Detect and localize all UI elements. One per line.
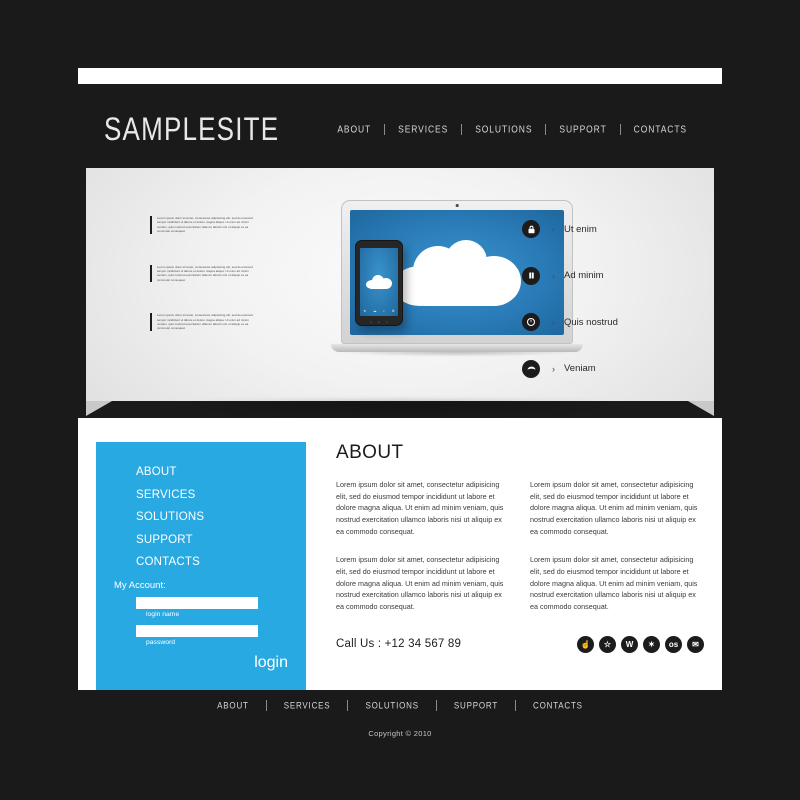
hero-blurb-text: Lorem ipsum dolor sit amet, consectetur …	[157, 264, 253, 282]
email-icon[interactable]: ✉	[687, 635, 704, 653]
about-paragraph: Lorem ipsum dolor sit amet, consectetur …	[336, 480, 504, 536]
phone-icon-gear: ⚙	[391, 309, 395, 313]
hero-surface: Lorem ipsum dolor sit amet, consectetur …	[86, 168, 714, 401]
hero-blurb: Lorem ipsum dolor sit amet, consectetur …	[150, 264, 255, 283]
chevron-right-icon: ›	[552, 224, 555, 234]
phone-screen: ★ ☁ ⌕ ⚙	[360, 248, 398, 316]
login-name-input[interactable]	[136, 597, 258, 609]
accent-bar	[150, 313, 152, 331]
site-logo[interactable]: SAMPLESITE	[104, 110, 279, 149]
hero-blurb: Lorem ipsum dolor sit amet, consectetur …	[150, 313, 255, 331]
login-name-caption: login name	[146, 611, 180, 618]
hero-blurb-list: Lorem ipsum dolor sit amet, consectetur …	[150, 216, 255, 362]
main-content-area: ABOUT SERVICES SOLUTIONS SUPPORT CONTACT…	[78, 418, 722, 690]
cloud-icon-small	[366, 275, 392, 289]
topnav-item-solutions[interactable]: SOLUTIONS	[462, 123, 545, 135]
topnav-item-about[interactable]: ABOUT	[324, 123, 384, 135]
site-header: SAMPLESITE ABOUT SERVICES SOLUTIONS SUPP…	[78, 100, 722, 158]
cloud-icon	[393, 239, 521, 306]
phone-icon-cloud: ☁	[372, 309, 377, 313]
about-paragraph: Lorem ipsum dolor sit amet, consectetur …	[530, 480, 698, 536]
contact-row: Call Us : +12 34 567 89 ☝ ☆ W ✶ os ✉	[336, 635, 704, 653]
topnav-item-contacts[interactable]: CONTACTS	[621, 123, 700, 135]
hero-blurb: Lorem ipsum dolor sit amet, consectetur …	[150, 216, 255, 234]
about-section: ABOUT Lorem ipsum dolor sit amet, consec…	[336, 442, 704, 653]
top-white-strip	[78, 68, 722, 84]
hero-feature-item[interactable]: › Quis nostrud	[522, 313, 682, 331]
smartphone-graphic: ★ ☁ ⌕ ⚙ ○ ⌂ ⌕	[355, 240, 403, 326]
webcam-icon	[455, 204, 459, 207]
hero-feature-list: › Ut enim › Ad minim › Quis nostrud › Ve…	[522, 220, 682, 406]
hero-feature-item[interactable]: › Ut enim	[522, 220, 682, 238]
password-input[interactable]	[136, 625, 258, 637]
page-title: ABOUT	[336, 442, 404, 463]
copyright-text: Copyright © 2010	[368, 729, 432, 738]
login-button[interactable]: login	[254, 654, 288, 672]
clock-icon	[522, 313, 540, 331]
os-icon[interactable]: os	[665, 635, 682, 653]
accent-bar	[150, 264, 152, 283]
hero-feature-item[interactable]: › Ad minim	[522, 266, 682, 285]
sidebar-item-support[interactable]: SUPPORT	[136, 534, 306, 546]
phone-hardware-keys: ○ ⌂ ⌕	[356, 320, 402, 324]
password-caption: password	[146, 639, 176, 646]
hero-feature-label: Ad minim	[564, 270, 604, 281]
footer-item-contacts[interactable]: CONTACTS	[516, 700, 600, 710]
phone-app-icons: ★ ☁ ⌕ ⚙	[360, 309, 398, 313]
topnav-item-support[interactable]: SUPPORT	[546, 123, 619, 135]
about-paragraph: Lorem ipsum dolor sit amet, consectetur …	[530, 555, 698, 611]
star-icon[interactable]: ☆	[599, 635, 616, 653]
sidebar-navigation: ABOUT SERVICES SOLUTIONS SUPPORT CONTACT…	[136, 466, 306, 568]
hero-blurb-text: Lorem ipsum dolor sit amet, consectetur …	[157, 216, 253, 234]
call-us-text: Call Us : +12 34 567 89	[336, 638, 462, 651]
hero-banner: Lorem ipsum dolor sit amet, consectetur …	[86, 168, 714, 431]
sidebar-panel: ABOUT SERVICES SOLUTIONS SUPPORT CONTACT…	[96, 442, 306, 690]
phone-key-back: ○	[369, 320, 373, 324]
footer-item-support[interactable]: SUPPORT	[437, 700, 515, 710]
about-paragraph: Lorem ipsum dolor sit amet, consectetur …	[336, 555, 504, 611]
about-paragraph-grid: Lorem ipsum dolor sit amet, consectetur …	[336, 479, 704, 613]
phone-key-search: ⌕	[386, 320, 389, 324]
sidebar-item-solutions[interactable]: SOLUTIONS	[136, 511, 306, 523]
wordpress-icon[interactable]: W	[621, 635, 638, 653]
hero-feature-label: Ut enim	[564, 223, 597, 235]
my-account-label: My Account:	[114, 580, 166, 591]
thumbs-up-icon[interactable]: ☝	[577, 635, 594, 653]
chevron-right-icon: ›	[552, 363, 555, 374]
topnav-item-services[interactable]: SERVICES	[385, 123, 461, 135]
book-icon	[522, 266, 540, 285]
compass-icon[interactable]: ✶	[643, 635, 660, 653]
footer-item-about[interactable]: ABOUT	[200, 700, 266, 710]
phone-icon-search: ⌕	[383, 309, 386, 313]
chevron-right-icon: ›	[552, 270, 555, 281]
hero-blurb-text: Lorem ipsum dolor sit amet, consectetur …	[157, 313, 253, 331]
hero-feature-label: Veniam	[564, 363, 596, 374]
accent-bar	[150, 216, 152, 234]
sidebar-item-services[interactable]: SERVICES	[136, 489, 306, 501]
lock-icon	[522, 220, 540, 238]
site-footer: ABOUT SERVICES SOLUTIONS SUPPORT CONTACT…	[78, 700, 722, 738]
umbrella-icon	[522, 359, 540, 378]
footer-item-services[interactable]: SERVICES	[267, 700, 348, 710]
chevron-right-icon: ›	[552, 317, 555, 327]
sidebar-item-contacts[interactable]: CONTACTS	[136, 556, 306, 568]
phone-icon-star: ★	[363, 309, 367, 313]
page-root: SAMPLESITE ABOUT SERVICES SOLUTIONS SUPP…	[0, 0, 800, 800]
primary-navigation: ABOUT SERVICES SOLUTIONS SUPPORT CONTACT…	[324, 123, 700, 135]
hero-feature-label: Quis nostrud	[564, 316, 618, 328]
social-links: ☝ ☆ W ✶ os ✉	[577, 635, 704, 653]
phone-key-home: ⌂	[378, 320, 381, 324]
footer-navigation: ABOUT SERVICES SOLUTIONS SUPPORT CONTACT…	[200, 700, 600, 711]
hero-feature-item[interactable]: › Veniam	[522, 359, 682, 378]
footer-item-solutions[interactable]: SOLUTIONS	[348, 700, 435, 710]
sidebar-item-about[interactable]: ABOUT	[136, 466, 306, 478]
